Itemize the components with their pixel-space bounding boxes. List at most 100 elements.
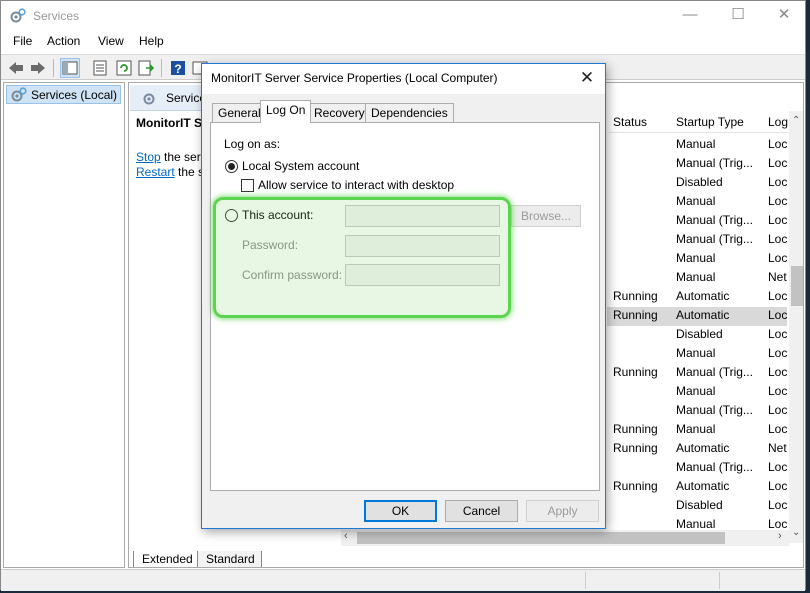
menu-bar: File Action View Help [1, 32, 805, 52]
row-logon-cell[interactable]: Net [768, 441, 787, 455]
vertical-scroll-thumb[interactable] [791, 266, 803, 306]
row-logon-cell[interactable]: Loc [768, 308, 787, 322]
row-startup-cell[interactable]: Manual (Trig... [676, 232, 753, 246]
row-logon-cell[interactable]: Loc [768, 251, 787, 265]
scroll-up-icon[interactable]: ⌃ [792, 115, 800, 126]
row-logon-cell[interactable]: Loc [768, 137, 787, 151]
help-icon[interactable]: ? [169, 59, 187, 77]
row-startup-cell[interactable]: Manual [676, 517, 715, 531]
scroll-down-icon[interactable]: ⌄ [792, 527, 800, 538]
allow-interact-checkbox[interactable] [241, 179, 254, 192]
row-logon-cell[interactable]: Loc [768, 403, 787, 417]
local-system-label[interactable]: Local System account [242, 159, 359, 173]
row-startup-cell[interactable]: Manual [676, 137, 715, 151]
console-tree-icon[interactable] [60, 58, 80, 78]
row-logon-cell[interactable]: Loc [768, 460, 787, 474]
row-startup-cell[interactable]: Manual [676, 346, 715, 360]
row-logon-cell[interactable]: Loc [768, 289, 787, 303]
tree-item-services-local[interactable]: Services (Local) [6, 85, 121, 104]
row-startup-cell[interactable]: Manual (Trig... [676, 460, 753, 474]
menu-action[interactable]: Action [47, 34, 80, 48]
row-logon-cell[interactable]: Loc [768, 422, 787, 436]
row-status-cell[interactable]: Running [613, 479, 658, 493]
export-list-icon[interactable] [137, 59, 155, 77]
row-status-cell[interactable]: Running [613, 441, 658, 455]
dialog-title: MonitorIT Server Service Properties (Loc… [211, 71, 498, 85]
row-logon-cell[interactable]: Loc [768, 346, 787, 360]
row-logon-cell[interactable]: Loc [768, 384, 787, 398]
services-gear-icon [10, 8, 26, 23]
row-startup-cell[interactable]: Manual (Trig... [676, 365, 753, 379]
svg-text:?: ? [174, 62, 181, 76]
menu-file[interactable]: File [13, 34, 32, 48]
tab-general[interactable]: General [212, 103, 267, 122]
row-logon-cell[interactable]: Loc [768, 479, 787, 493]
tab-recovery[interactable]: Recovery [308, 103, 371, 122]
dialog-close-icon[interactable]: ✕ [573, 67, 601, 91]
maximize-button[interactable]: ☐ [715, 1, 761, 31]
restart-service-link[interactable]: Restart [136, 165, 175, 179]
tab-standard[interactable]: Standard [197, 551, 262, 567]
row-logon-cell[interactable]: Net [768, 270, 787, 284]
row-startup-cell[interactable]: Automatic [676, 479, 729, 493]
row-logon-cell[interactable]: Loc [768, 194, 787, 208]
stop-service-text: the serv [160, 150, 207, 164]
row-logon-cell[interactable]: Loc [768, 232, 787, 246]
properties-sheet-icon[interactable] [91, 59, 109, 77]
cancel-button[interactable]: Cancel [445, 500, 518, 522]
row-startup-cell[interactable]: Manual [676, 251, 715, 265]
column-header-startup-type[interactable]: Startup Type [676, 115, 744, 129]
minimize-button[interactable]: — [667, 1, 713, 31]
menu-help[interactable]: Help [139, 34, 164, 48]
selected-service-name: MonitorIT S [136, 116, 202, 130]
close-button[interactable]: ✕ [761, 1, 807, 31]
row-status-cell[interactable]: Running [613, 308, 658, 322]
column-header-status[interactable]: Status [613, 115, 647, 129]
browse-button[interactable]: Browse... [511, 205, 581, 227]
row-logon-cell[interactable]: Loc [768, 365, 787, 379]
row-startup-cell[interactable]: Automatic [676, 308, 729, 322]
scroll-right-icon[interactable]: › [778, 530, 782, 542]
row-logon-cell[interactable]: Loc [768, 498, 787, 512]
row-startup-cell[interactable]: Automatic [676, 441, 729, 455]
row-startup-cell[interactable]: Disabled [676, 327, 723, 341]
row-logon-cell[interactable]: Loc [768, 517, 787, 531]
row-logon-cell[interactable]: Loc [768, 213, 787, 227]
row-startup-cell[interactable]: Manual (Trig... [676, 403, 753, 417]
row-logon-cell[interactable]: Loc [768, 156, 787, 170]
row-logon-cell[interactable]: Loc [768, 175, 787, 189]
row-status-cell[interactable]: Running [613, 365, 658, 379]
refresh-icon[interactable] [115, 59, 133, 77]
row-logon-cell[interactable]: Loc [768, 327, 787, 341]
row-startup-cell[interactable]: Manual [676, 422, 715, 436]
tab-dependencies[interactable]: Dependencies [365, 103, 454, 122]
vertical-scrollbar[interactable]: ⌃ ⌄ [789, 111, 803, 543]
row-startup-cell[interactable]: Manual [676, 194, 715, 208]
row-startup-cell[interactable]: Disabled [676, 175, 723, 189]
row-startup-cell[interactable]: Disabled [676, 498, 723, 512]
scroll-left-icon[interactable]: ‹ [344, 530, 348, 542]
local-system-radio[interactable] [225, 160, 238, 173]
dialog-tabs: General Log On Recovery Dependencies [210, 100, 600, 123]
horizontal-scroll-thumb[interactable] [357, 532, 725, 544]
row-startup-cell[interactable]: Automatic [676, 289, 729, 303]
tab-extended[interactable]: Extended [133, 551, 200, 567]
row-startup-cell[interactable]: Manual (Trig... [676, 213, 753, 227]
back-arrow-icon[interactable] [7, 59, 25, 77]
apply-button[interactable]: Apply [526, 500, 599, 522]
tab-log-on[interactable]: Log On [260, 100, 312, 123]
horizontal-scrollbar[interactable]: ‹ › [341, 530, 789, 546]
ok-button[interactable]: OK [364, 500, 437, 522]
forward-arrow-icon[interactable] [29, 59, 47, 77]
stop-service-link[interactable]: Stop [136, 150, 161, 164]
menu-view[interactable]: View [98, 34, 124, 48]
allow-interact-label[interactable]: Allow service to interact with desktop [258, 178, 454, 192]
column-header-log-on-as[interactable]: Log [768, 115, 788, 129]
window-titlebar[interactable]: Services — ☐ ✕ [1, 1, 805, 31]
row-startup-cell[interactable]: Manual (Trig... [676, 156, 753, 170]
dialog-titlebar[interactable]: MonitorIT Server Service Properties (Loc… [202, 64, 605, 94]
row-status-cell[interactable]: Running [613, 422, 658, 436]
row-startup-cell[interactable]: Manual [676, 384, 715, 398]
row-startup-cell[interactable]: Manual [676, 270, 715, 284]
row-status-cell[interactable]: Running [613, 289, 658, 303]
